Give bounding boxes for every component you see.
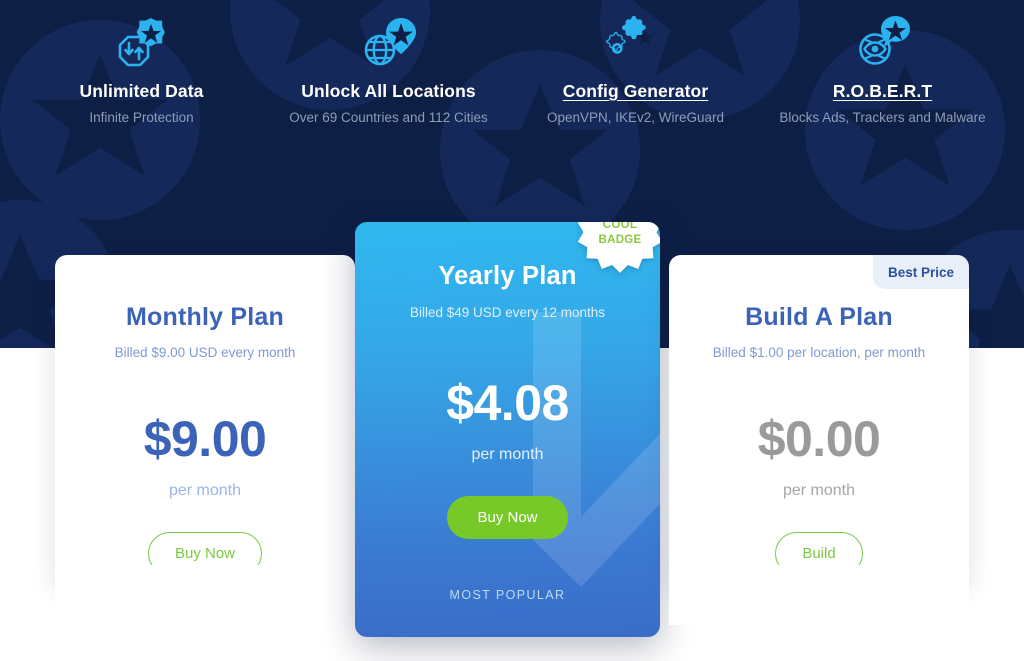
plan-card-monthly[interactable]: Monthly Plan Billed $9.00 USD every mont… — [55, 255, 355, 625]
pricing-card-list: Monthly Plan Billed $9.00 USD every mont… — [0, 0, 1024, 661]
plan-period: per month — [782, 482, 856, 499]
plan-billing-note: Billed $9.00 USD every month — [114, 345, 296, 360]
plan-billing-note: Billed $49 USD every 12 months — [409, 305, 606, 320]
plan-card-yearly[interactable]: Yearly Plan Billed $49 USD every 12 mont… — [355, 222, 660, 637]
plan-card-body: Yearly Plan Billed $49 USD every 12 mont… — [355, 222, 660, 637]
plan-card-body: Monthly Plan Billed $9.00 USD every mont… — [55, 255, 355, 585]
buy-now-button-monthly[interactable]: Buy Now — [147, 532, 263, 575]
plan-card-build[interactable]: Best Price Build A Plan Billed $1.00 per… — [669, 255, 969, 625]
cool-badge-line-2: BADGE — [598, 234, 642, 246]
plan-period: per month — [168, 482, 242, 499]
buy-now-button-yearly[interactable]: Buy Now — [447, 496, 568, 539]
most-popular-label: MOST POPULAR — [449, 588, 566, 602]
plan-title: Monthly Plan — [126, 303, 284, 331]
plan-title: Build A Plan — [745, 303, 893, 331]
plan-period: per month — [471, 446, 544, 463]
plan-price: $0.00 — [757, 411, 881, 467]
cool-badge: COOL BADGE — [577, 222, 660, 276]
plan-card-body: Build A Plan Billed $1.00 per location, … — [669, 255, 969, 585]
cool-badge-line-1: COOL — [602, 222, 638, 232]
plan-price: $4.08 — [446, 375, 569, 431]
plan-billing-note: Billed $1.00 per location, per month — [712, 345, 926, 360]
build-button[interactable]: Build — [775, 532, 863, 575]
plan-price: $9.00 — [143, 411, 267, 467]
cool-badge-text: COOL BADGE — [598, 222, 641, 248]
pricing-page: Unlimited Data Infinite Protection Unloc… — [0, 0, 1024, 661]
